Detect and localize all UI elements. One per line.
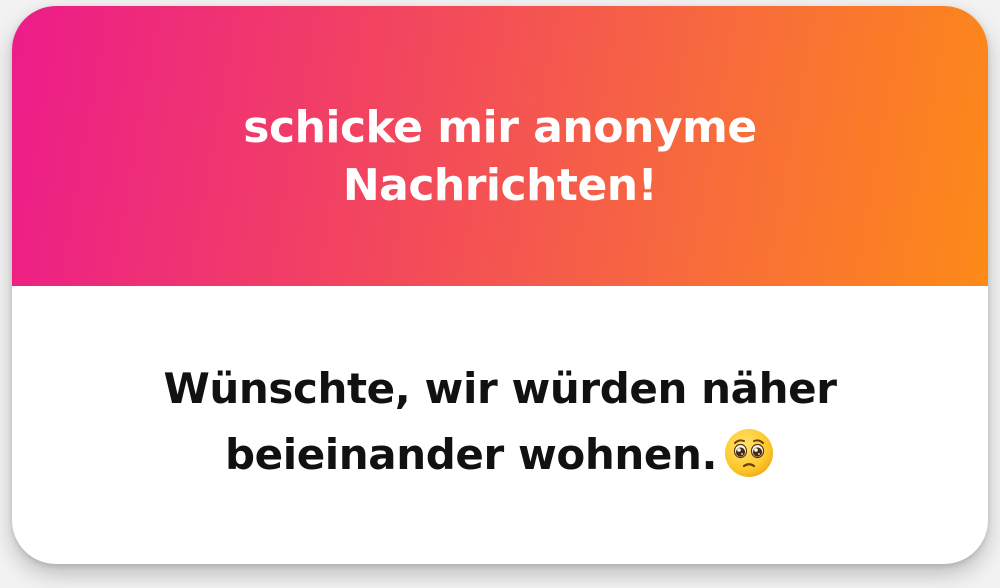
message-card: schicke mir anonyme Nachrichten! Wünscht… [12, 6, 988, 564]
header-title: schicke mir anonyme Nachrichten! [243, 102, 757, 211]
card-header: schicke mir anonyme Nachrichten! [12, 6, 988, 286]
card-body: Wünschte, wir würden näher beieinander w… [12, 286, 988, 564]
pleading-face-icon [725, 429, 774, 477]
message: Wünschte, wir würden näher beieinander w… [120, 356, 880, 488]
